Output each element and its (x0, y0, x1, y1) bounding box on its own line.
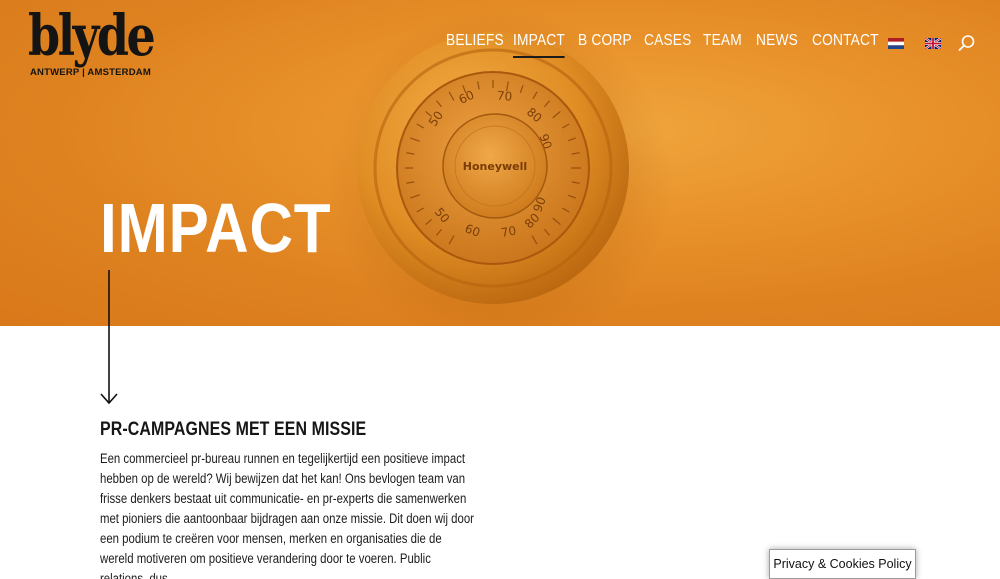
page-title: IMPACT (100, 189, 332, 267)
nav-item-beliefs[interactable]: BELIEFS (446, 32, 504, 50)
honeywell-label: Honeywell (463, 160, 527, 173)
nav-item-cases[interactable]: CASES (644, 32, 692, 50)
nav-item-impact[interactable]: IMPACT (513, 32, 566, 58)
nav-item-contact[interactable]: CONTACT (812, 32, 879, 50)
main-nav: BELIEFS IMPACT B CORP CASES TEAM NEWS CO… (446, 32, 879, 60)
english-flag-icon[interactable] (925, 38, 941, 49)
dial-number: 70 (496, 89, 512, 104)
logo-subtitle: ANTWERP | AMSTERDAM (30, 67, 151, 78)
nav-item-b-corp[interactable]: B CORP (578, 32, 632, 50)
section-heading: PR-CAMPAGNES MET EEN MISSIE (100, 419, 367, 440)
arrow-down-icon (100, 270, 118, 405)
dutch-flag-icon[interactable] (888, 38, 904, 49)
blyde-logo[interactable]: blyde ANTWERP | AMSTERDAM (28, 8, 156, 80)
logo-wordmark: blyde (28, 3, 156, 69)
dial-number: 70 (500, 223, 517, 239)
search-icon[interactable] (958, 34, 976, 52)
privacy-cookies-button[interactable]: Privacy & Cookies Policy (769, 549, 916, 579)
thermostat-image: 50 60 70 80 90 90 80 70 60 50 Honeywell (357, 32, 629, 304)
nav-item-news[interactable]: NEWS (756, 32, 798, 50)
hero-banner: 50 60 70 80 90 90 80 70 60 50 Honeywell … (0, 0, 1000, 326)
nav-item-team[interactable]: TEAM (703, 32, 742, 50)
intro-paragraph: Een commercieel pr-bureau runnen en tege… (100, 451, 474, 579)
